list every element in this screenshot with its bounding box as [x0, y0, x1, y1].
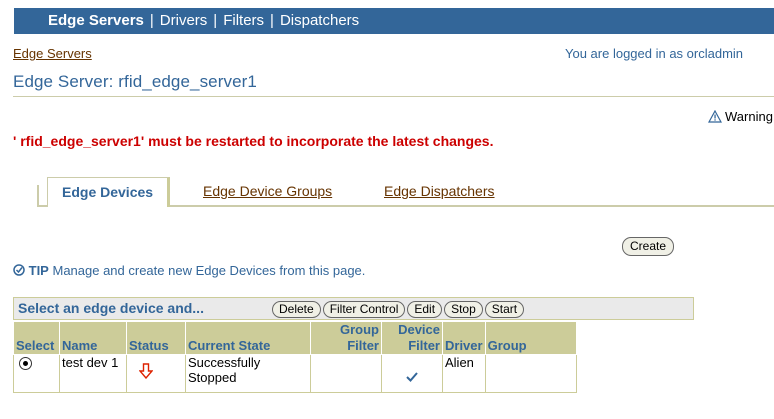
table-header-row: Select Name Status Current State Group Fi…: [13, 321, 577, 355]
header-group-filter-line2: Filter: [347, 338, 379, 353]
top-nav-bar: Edge Servers | Drivers | Filters | Dispatchers: [14, 8, 774, 34]
group-cell: [484, 354, 577, 393]
tip-check-icon: [13, 264, 25, 276]
nav-edge-servers[interactable]: Edge Servers: [14, 12, 144, 29]
checkmark-icon: [406, 372, 418, 382]
start-button[interactable]: Start: [484, 301, 525, 318]
driver-cell: Alien: [442, 354, 486, 393]
nav-filters[interactable]: Filters: [223, 12, 264, 29]
edit-button[interactable]: Edit: [407, 301, 443, 318]
tip-message: Manage and create new Edge Devices from …: [52, 263, 366, 278]
warning-indicator: Warning: [707, 109, 773, 124]
delete-button[interactable]: Delete: [272, 301, 321, 318]
nav-separator: |: [213, 12, 218, 29]
edge-devices-table: Select Name Status Current State Group Fi…: [13, 321, 577, 393]
filter-control-button[interactable]: Filter Control: [322, 301, 406, 318]
header-device-filter-line1: Device: [398, 322, 440, 337]
warning-label: Warning: [725, 109, 773, 124]
group-filter-cell: [310, 354, 382, 393]
warning-icon: [707, 109, 723, 123]
down-arrow-icon: [138, 363, 154, 380]
tab-edge-devices[interactable]: Edge Devices: [47, 177, 171, 207]
radio-dot: [23, 361, 28, 366]
header-driver[interactable]: Driver: [442, 321, 486, 355]
nav-dispatchers[interactable]: Dispatchers: [280, 12, 359, 29]
tab-edge: [37, 185, 39, 207]
tab-edge-dispatchers[interactable]: Edge Dispatchers: [384, 177, 495, 205]
header-group-filter: Group Filter: [310, 321, 382, 355]
title-divider: [13, 96, 774, 97]
table-row: test dev 1 Successfully Stopped Alien: [13, 354, 577, 393]
nav-separator: |: [149, 12, 154, 29]
header-name[interactable]: Name: [59, 321, 127, 355]
header-device-filter-line2: Filter: [408, 338, 440, 353]
current-state: Successfully Stopped: [185, 354, 311, 393]
table-action-bar: Select an edge device and... Delete Filte…: [13, 297, 694, 320]
device-name: test dev 1: [59, 354, 127, 393]
header-select: Select: [13, 321, 60, 355]
header-device-filter: Device Filter: [381, 321, 443, 355]
header-current-state[interactable]: Current State: [185, 321, 311, 355]
header-status[interactable]: Status: [126, 321, 186, 355]
status-cell: [126, 354, 186, 393]
tab-edge-device-groups[interactable]: Edge Device Groups: [203, 177, 332, 205]
nav-drivers[interactable]: Drivers: [160, 12, 208, 29]
select-cell: [13, 354, 60, 393]
nav-separator: |: [270, 12, 274, 29]
row-select-radio[interactable]: [19, 357, 32, 370]
stop-button[interactable]: Stop: [444, 301, 483, 318]
action-bar-label: Select an edge device and...: [18, 300, 204, 316]
device-filter-cell: [381, 354, 443, 393]
page-title: Edge Server: rfid_edge_server1: [13, 72, 257, 91]
tip-text: TIP Manage and create new Edge Devices f…: [13, 263, 365, 278]
breadcrumb-edge-servers[interactable]: Edge Servers: [13, 46, 92, 61]
tip-label: TIP: [28, 263, 49, 278]
sub-tabs: Edge Devices Edge Device Groups Edge Dis…: [37, 177, 774, 207]
logged-in-status: You are logged in as orcladmin: [565, 46, 744, 61]
header-group-filter-line1: Group: [340, 322, 379, 337]
header-group[interactable]: Group: [484, 321, 577, 355]
error-message: ' rfid_edge_server1' must be restarted t…: [13, 133, 494, 149]
create-button[interactable]: Create: [622, 237, 675, 256]
